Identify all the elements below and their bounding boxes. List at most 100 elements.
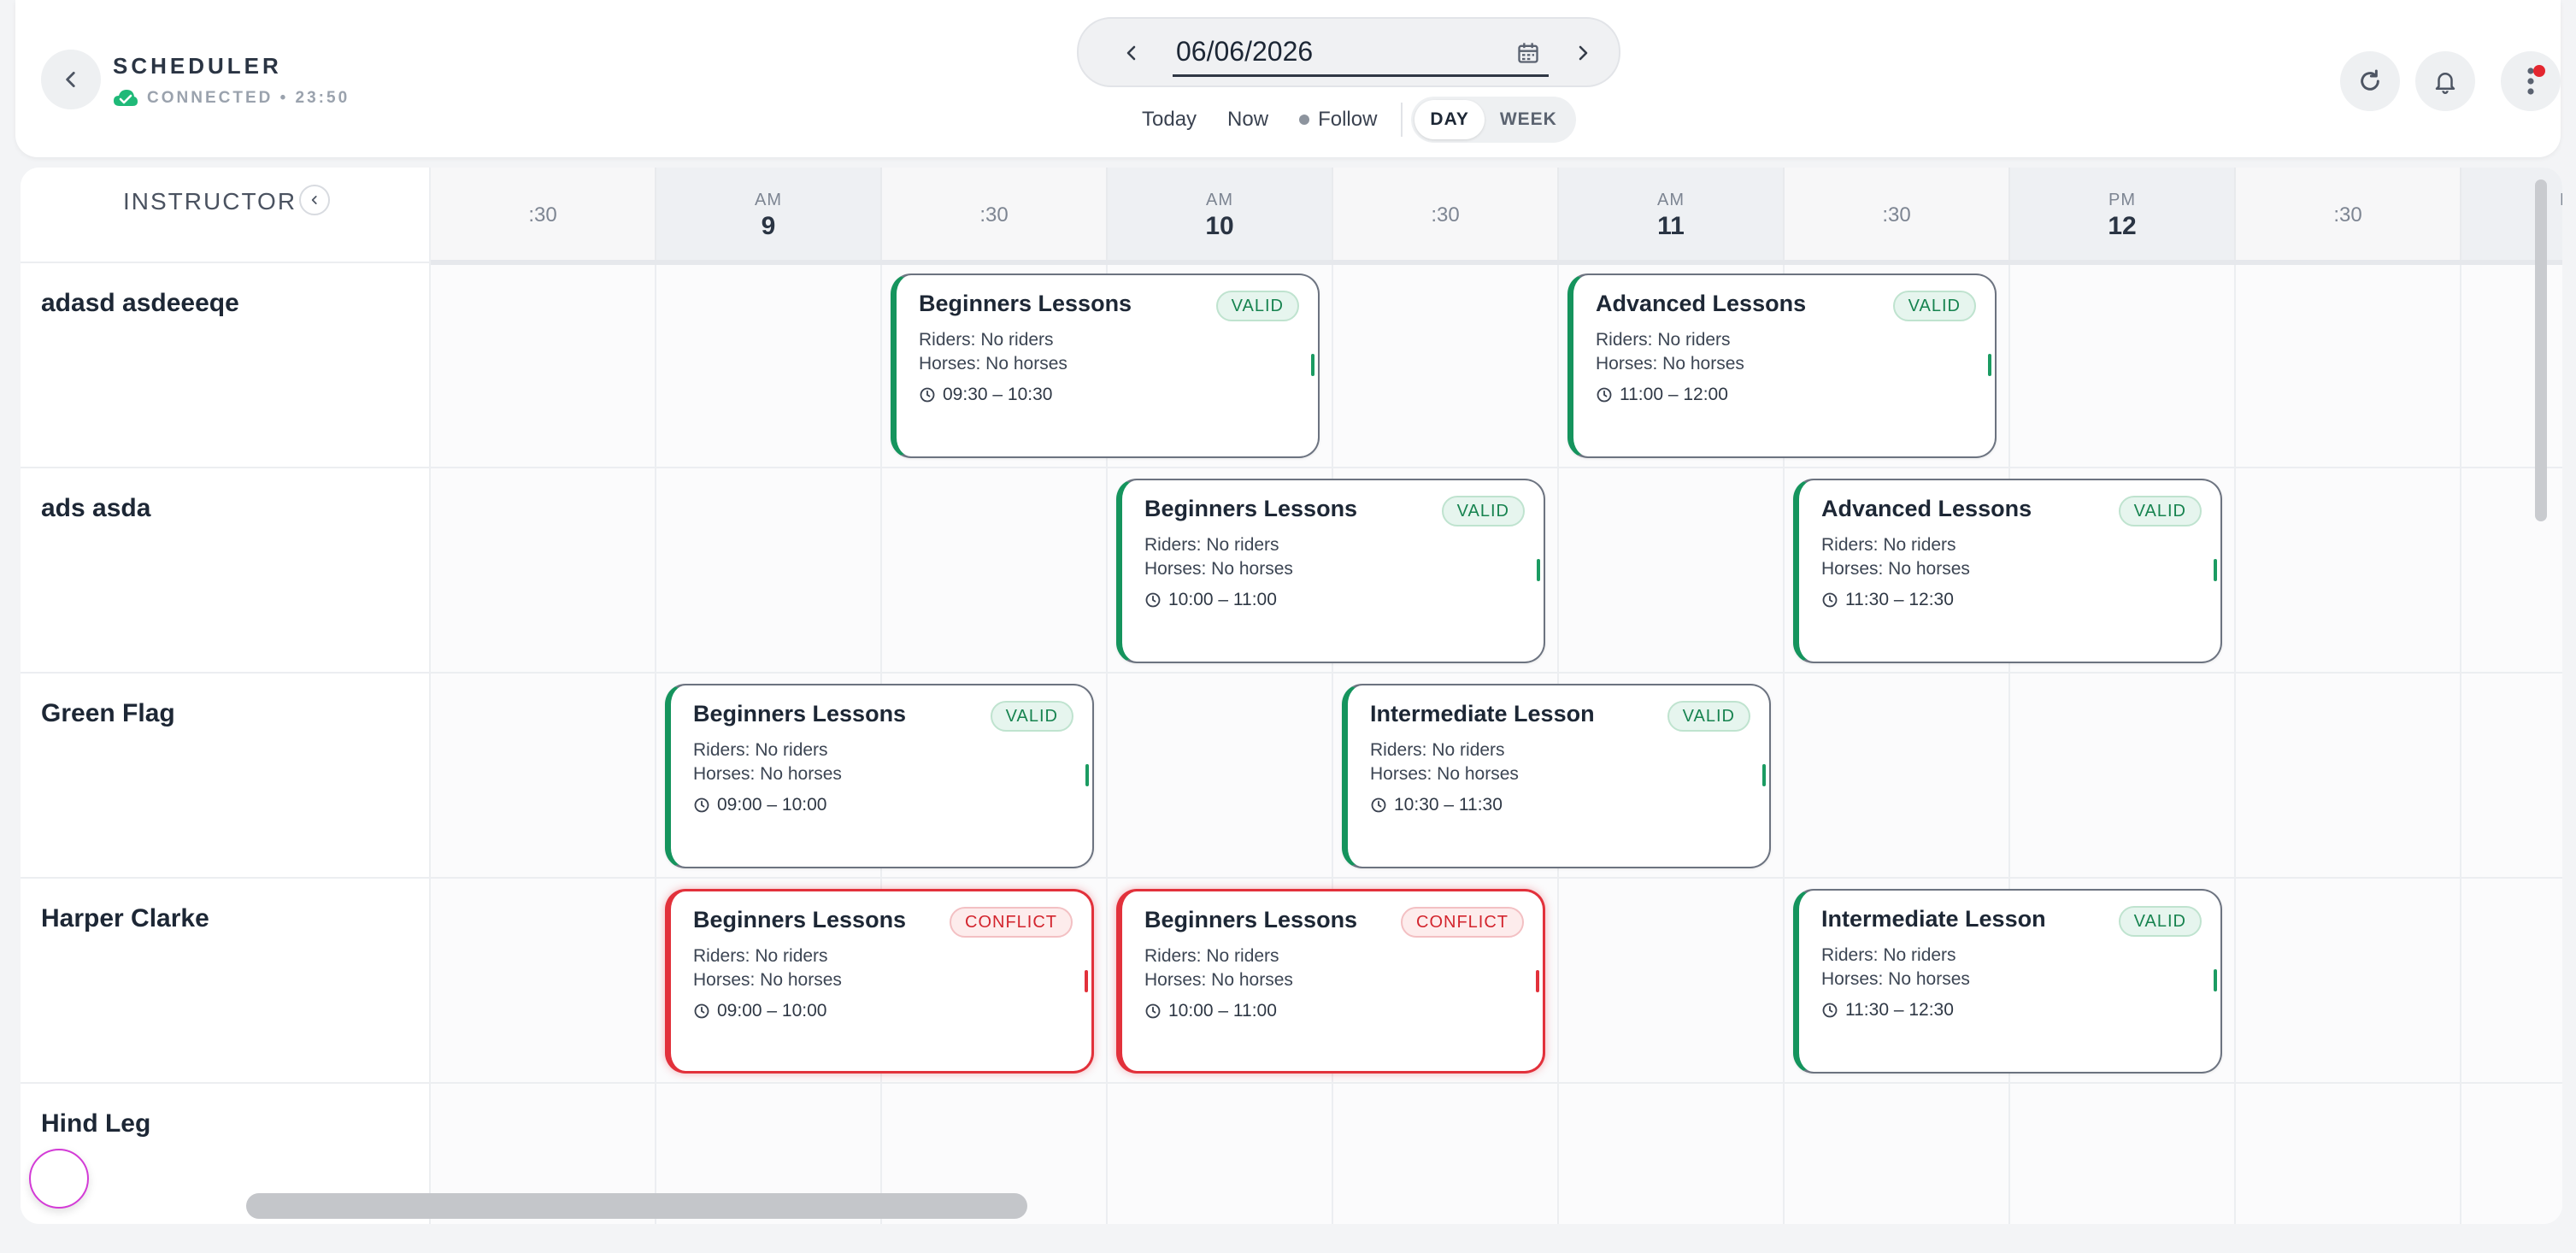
lesson-title: Intermediate Lesson — [1821, 906, 2046, 932]
lesson-riders: Riders: No riders — [1596, 330, 1731, 350]
grid-line — [1332, 263, 1333, 1224]
instructor-row-label: adasd asdeeeqe — [21, 263, 431, 468]
lesson-riders: Riders: No riders — [1370, 740, 1505, 760]
hour-column-header: AM 11 — [1559, 168, 1785, 263]
instructor-name: ads asda — [41, 494, 151, 522]
calendar-icon[interactable] — [1516, 41, 1540, 65]
day-view-button[interactable]: DAY — [1414, 100, 1485, 139]
refresh-icon — [2361, 69, 2379, 91]
view-switcher: DAY WEEK — [1411, 97, 1576, 143]
refresh-button[interactable] — [2340, 51, 2400, 111]
lesson-card[interactable]: Beginners Lessons VALID Riders: No riders H… — [891, 274, 1320, 458]
status-badge: VALID — [1441, 496, 1525, 526]
chevron-left-icon — [1126, 45, 1136, 61]
half-hour-label: :30 — [2333, 203, 2362, 226]
clock-icon — [920, 387, 935, 403]
hour-label: 9 — [761, 211, 776, 240]
half-hour-column-header: :30 — [882, 168, 1108, 263]
resize-handle[interactable] — [1988, 354, 1991, 376]
clock-icon — [1822, 592, 1838, 608]
lesson-card[interactable]: Beginners Lessons VALID Riders: No riders H… — [1116, 479, 1545, 663]
hour-column-header: PM 12 — [2010, 168, 2236, 263]
instructor-column-header: INSTRUCTOR — [21, 168, 431, 263]
lesson-horses: Horses: No horses — [693, 764, 842, 784]
lesson-time: 11:30 – 12:30 — [1821, 1000, 1954, 1021]
lesson-card[interactable]: Beginners Lessons VALID Riders: No riders H… — [665, 684, 1094, 868]
lesson-horses: Horses: No horses — [693, 970, 842, 990]
status-badge: VALID — [2118, 496, 2202, 526]
resize-handle[interactable] — [1311, 354, 1314, 376]
lesson-card[interactable]: Advanced Lessons VALID Riders: No riders Ho… — [1567, 274, 1997, 458]
lesson-horses: Horses: No horses — [1821, 969, 1970, 989]
meridiem-label: PM — [2108, 190, 2136, 209]
half-hour-label: :30 — [979, 203, 1009, 226]
cloud-check-icon — [114, 90, 138, 106]
lesson-horses: Horses: No horses — [1370, 764, 1519, 784]
now-button[interactable]: Now — [1212, 108, 1284, 132]
lesson-time-text: 11:00 – 12:00 — [1620, 385, 1728, 404]
chevron-left-icon — [311, 196, 317, 204]
resize-handle[interactable] — [1537, 559, 1540, 581]
half-hour-column-header: :30 — [1785, 168, 2010, 263]
grid-line — [655, 263, 656, 1224]
clock-icon — [1822, 1003, 1838, 1018]
status-badge: VALID — [990, 701, 1073, 732]
lesson-time-text: 10:00 – 11:00 — [1168, 1001, 1277, 1021]
previous-day-button[interactable] — [1113, 34, 1150, 72]
lesson-card[interactable]: Beginners Lessons CONFLICT Riders: No ride… — [665, 889, 1094, 1074]
today-button[interactable]: Today — [1126, 108, 1212, 132]
resize-handle[interactable] — [2214, 559, 2217, 581]
clock-icon — [694, 797, 709, 813]
meridiem-label: AM — [755, 190, 782, 209]
lesson-title: Beginners Lessons — [1144, 907, 1358, 932]
more-menu-button[interactable] — [2501, 51, 2561, 111]
clock-icon — [1371, 797, 1386, 813]
notifications-button[interactable] — [2415, 51, 2475, 111]
floating-action-button[interactable] — [29, 1149, 89, 1209]
lesson-card[interactable]: Advanced Lessons VALID Riders: No riders Ho… — [1793, 479, 2222, 663]
collapse-column-button[interactable] — [299, 185, 330, 215]
half-hour-label: :30 — [1431, 203, 1460, 226]
lesson-riders: Riders: No riders — [1144, 535, 1279, 555]
schedule-row[interactable] — [431, 263, 2562, 468]
status-badge: VALID — [1667, 701, 1750, 732]
schedule-grid: adasd asdeeeqe ads asda Green Flag Harper C… — [21, 168, 2562, 1224]
lesson-horses: Horses: No horses — [1596, 354, 1744, 374]
lesson-title: Beginners Lessons — [693, 907, 907, 932]
half-hour-column-header: :30 — [2236, 168, 2461, 263]
scheduler-app: SCHEDULER CONNECTED • 23:50 06/06/2026 T… — [0, 0, 2576, 1253]
hour-column-header: AM 9 — [656, 168, 882, 263]
vertical-scrollbar[interactable] — [2535, 179, 2547, 521]
back-button[interactable] — [41, 50, 101, 109]
clock-icon — [694, 1003, 709, 1019]
chevron-left-icon — [66, 72, 75, 87]
lesson-card[interactable]: Intermediate Lesson VALID Riders: No rider… — [1793, 889, 2222, 1074]
next-day-button[interactable] — [1564, 34, 1602, 72]
resize-handle[interactable] — [1085, 970, 1088, 992]
instructor-row-label: Harper Clarke — [21, 879, 431, 1084]
follow-toggle[interactable]: Follow — [1284, 108, 1392, 132]
resize-handle[interactable] — [1536, 970, 1539, 992]
hour-label: 11 — [1657, 211, 1685, 240]
notification-dot — [2533, 65, 2545, 77]
lesson-title: Advanced Lessons — [1821, 496, 2032, 521]
lesson-title: Beginners Lessons — [919, 291, 1132, 316]
lesson-horses: Horses: No horses — [1821, 559, 1970, 579]
lesson-title: Advanced Lessons — [1596, 291, 1807, 316]
horizontal-scrollbar[interactable] — [246, 1193, 1027, 1219]
lesson-card[interactable]: Intermediate Lesson VALID Riders: No rider… — [1342, 684, 1771, 868]
lesson-time: 09:30 – 10:30 — [919, 385, 1052, 405]
half-hour-label: :30 — [528, 203, 557, 226]
status-badge: VALID — [1215, 291, 1299, 321]
meridiem-label: AM — [1657, 190, 1685, 209]
lesson-time-text: 09:00 – 10:00 — [717, 795, 827, 815]
lesson-riders: Riders: No riders — [693, 740, 828, 760]
week-view-button[interactable]: WEEK — [1485, 100, 1573, 139]
lesson-card[interactable]: Beginners Lessons CONFLICT Riders: No ride… — [1116, 889, 1545, 1074]
lesson-time-text: 11:30 – 12:30 — [1845, 590, 1954, 609]
date-input[interactable]: 06/06/2026 — [1173, 29, 1549, 77]
lesson-time-text: 11:30 – 12:30 — [1845, 1000, 1954, 1020]
resize-handle[interactable] — [1085, 764, 1089, 786]
resize-handle[interactable] — [1762, 764, 1766, 786]
resize-handle[interactable] — [2214, 969, 2217, 991]
